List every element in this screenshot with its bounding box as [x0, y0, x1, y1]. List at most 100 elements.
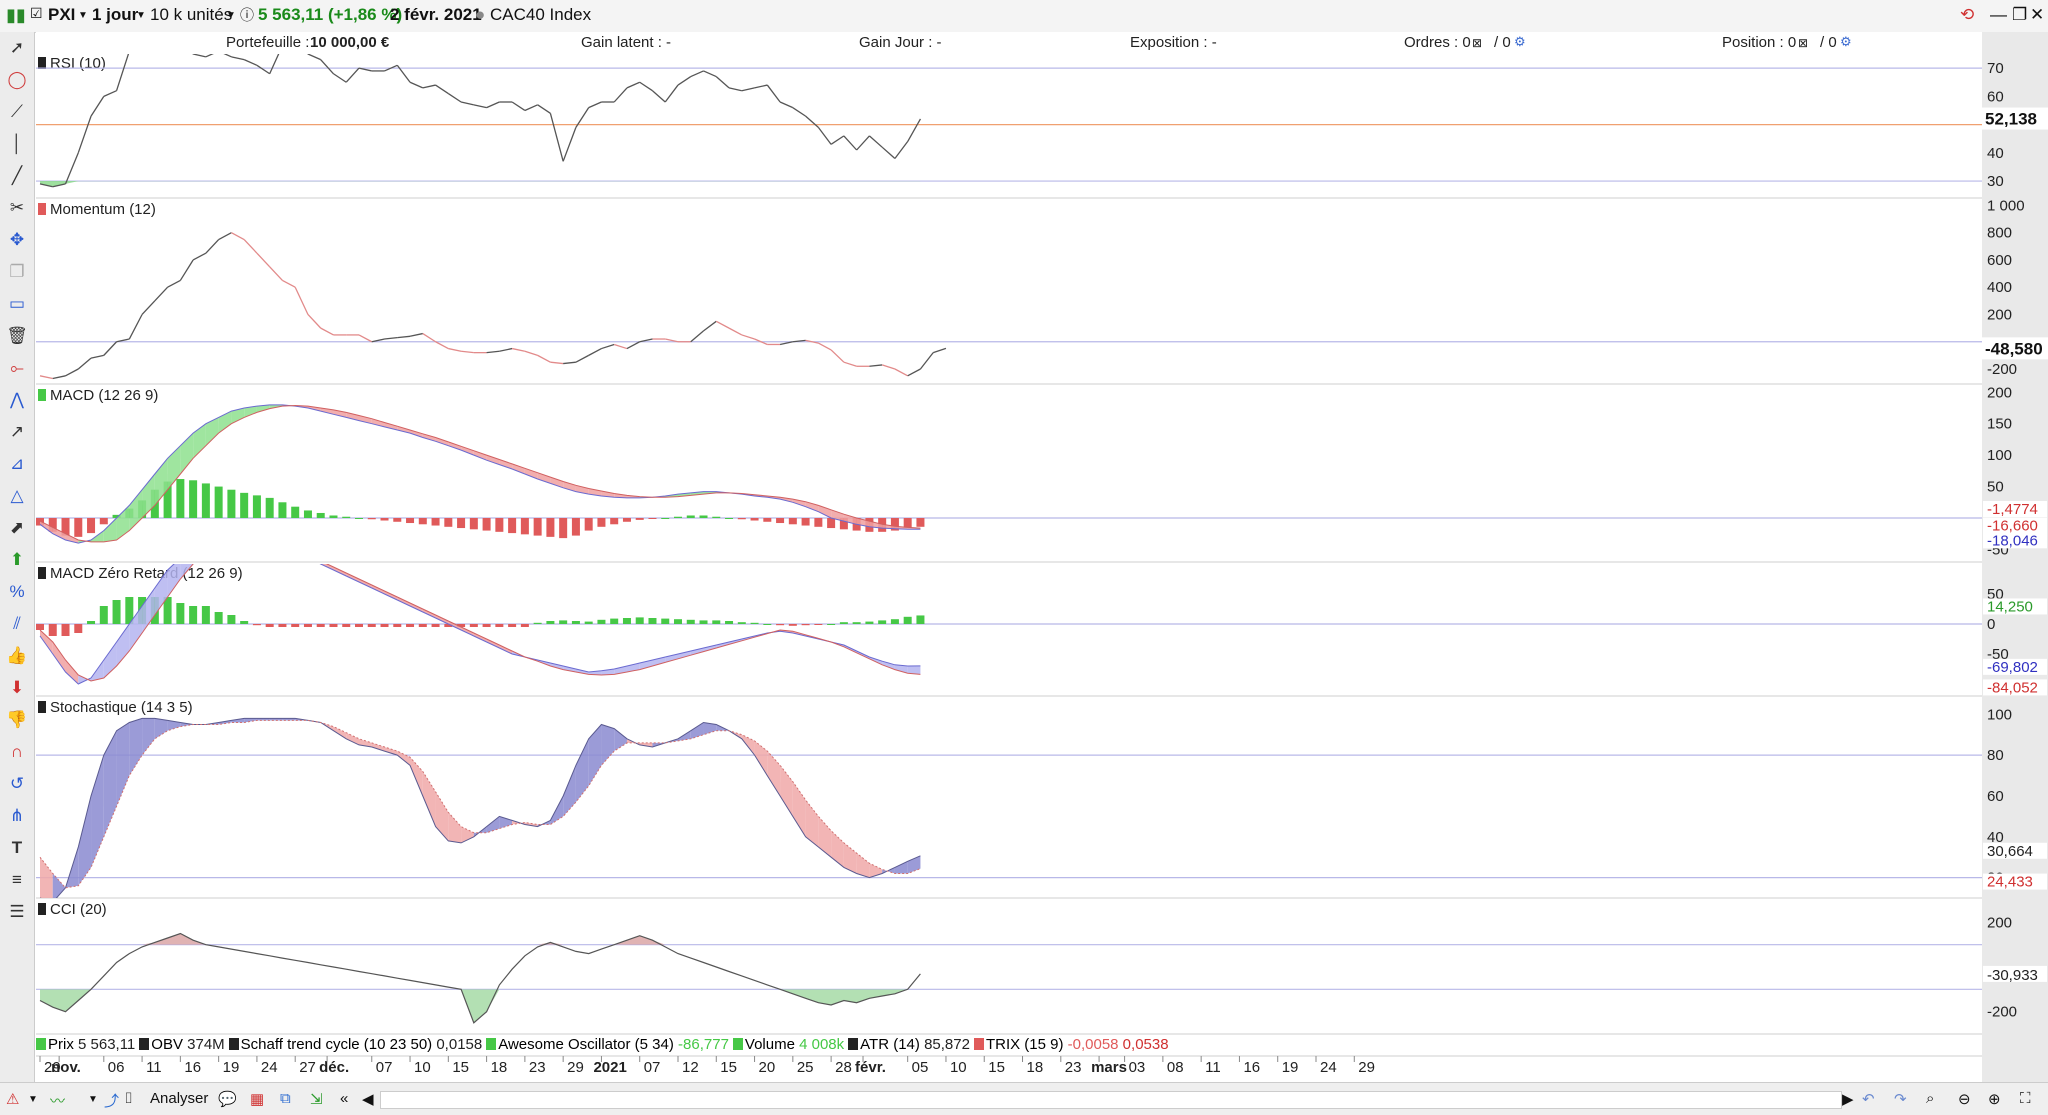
histogram-bar: [214, 486, 223, 518]
histogram-bar: [291, 506, 300, 518]
histogram-bar: [469, 518, 478, 530]
histogram-bar: [903, 616, 912, 624]
histogram-bar: [240, 621, 249, 624]
histogram-bar: [418, 624, 427, 627]
histogram-bar: [189, 606, 198, 624]
histogram-bar: [584, 621, 593, 624]
histogram-bar: [342, 624, 351, 627]
chart-background: [36, 54, 1982, 1082]
histogram-bar: [278, 624, 287, 627]
value-label: -69,802: [1987, 659, 2038, 676]
histogram-bar: [546, 621, 555, 624]
x-tick-label: 19: [1282, 1059, 1299, 1076]
y-tick-label: 800: [1987, 225, 2012, 242]
x-tick-label: 18: [1027, 1059, 1044, 1076]
histogram-bar: [508, 518, 517, 534]
current-value-label: -48,580: [1985, 339, 2043, 358]
histogram-bar: [776, 624, 785, 626]
x-tick-label: 10: [950, 1059, 967, 1076]
x-tick-label: 07: [644, 1059, 661, 1076]
histogram-bar: [393, 624, 402, 627]
series-segment: [142, 31, 155, 39]
x-tick-label: 06: [108, 1059, 125, 1076]
histogram-bar: [776, 518, 785, 524]
legend-value-2: 0,0538: [1118, 1036, 1169, 1053]
series-color-swatch: [38, 903, 46, 915]
legend-item: ATR (14) 85,872: [848, 1036, 970, 1053]
histogram-bar: [788, 518, 797, 525]
y-tick-label: 40: [1987, 145, 2004, 162]
histogram-bar: [393, 518, 402, 522]
analyser-button[interactable]: Analyser: [150, 1090, 208, 1107]
histogram-bar: [571, 621, 580, 624]
histogram-bar: [87, 621, 96, 624]
export-icon[interactable]: ⇲: [310, 1090, 323, 1108]
histogram-bar: [699, 515, 708, 518]
legend-item: Volume 4 008k: [732, 1036, 844, 1053]
histogram-bar: [674, 516, 682, 518]
alert-icon[interactable]: ⚠: [6, 1090, 19, 1108]
series-segment: [192, 54, 194, 55]
calendar-icon[interactable]: ▦: [250, 1090, 264, 1108]
panel-title: CCI (20): [50, 901, 107, 918]
zoom-in-icon[interactable]: ⊕: [1988, 1090, 2001, 1108]
series-segment: [155, 31, 168, 34]
histogram-bar: [763, 624, 772, 625]
fullscreen-icon[interactable]: ⛶: [2020, 1090, 2031, 1107]
x-tick-label: 23: [1065, 1059, 1082, 1076]
collapse-icon[interactable]: «: [340, 1090, 348, 1107]
chat-icon[interactable]: 💬: [218, 1090, 237, 1108]
chevron-down-icon[interactable]: ▼: [28, 1094, 38, 1105]
histogram-bar: [227, 489, 236, 518]
y-tick-label: -200: [1987, 361, 2017, 378]
bottom-toolbar: ⚠ ▼ 〰 ▼ ⤴ ⌷ Analyser 💬 ▦ ⧉ ⇲ « ◀ ▶ ↶ ↷ ⌕…: [0, 1082, 2048, 1115]
undo-icon[interactable]: ↶: [1862, 1090, 1875, 1108]
value-label: 30,664: [1987, 843, 2033, 860]
share-icon[interactable]: ⤴: [104, 1090, 119, 1111]
histogram-bar: [865, 621, 874, 624]
y-tick-label: 70: [1987, 60, 2004, 77]
scroll-left-icon[interactable]: ◀: [362, 1090, 374, 1108]
panel-title: MACD Zéro Retard (12 26 9): [50, 565, 243, 582]
y-tick-label: 60: [1987, 88, 2004, 105]
histogram-bar: [763, 518, 772, 522]
x-tick-label: 07: [376, 1059, 393, 1076]
x-tick-label: 10: [414, 1059, 431, 1076]
histogram-bar: [431, 624, 440, 627]
x-tick-label: 15: [720, 1059, 737, 1076]
histogram-bar: [189, 480, 198, 518]
y-tick-label: 400: [1987, 279, 2012, 296]
y-tick-label: 0: [1987, 616, 1995, 633]
histogram-bar: [316, 512, 325, 518]
histogram-bar: [571, 518, 580, 536]
zoom-out-icon[interactable]: ⊖: [1958, 1090, 1971, 1108]
legend-item: OBV 374M: [139, 1036, 225, 1053]
histogram-bar: [469, 624, 478, 627]
x-tick-label: 25: [797, 1059, 814, 1076]
window-icon[interactable]: ⧉: [280, 1090, 291, 1107]
redo-icon[interactable]: ↷: [1894, 1090, 1907, 1108]
bracket-icon[interactable]: ⌷: [124, 1090, 133, 1107]
horizontal-scrollbar[interactable]: [380, 1091, 1842, 1109]
x-tick-label: 18: [491, 1059, 508, 1076]
histogram-bar: [622, 518, 631, 522]
series-segment: [168, 34, 181, 42]
histogram-bar: [444, 518, 453, 527]
histogram-bar: [201, 483, 210, 518]
indicator-chart: RSI (10) 70 60 40 30 52,138 Momentum (12) 1 000…: [36, 31, 2048, 1082]
histogram-bar: [74, 624, 83, 633]
legend-name: OBV: [151, 1036, 188, 1053]
chevron-down-icon[interactable]: ▼: [88, 1094, 98, 1105]
x-tick-label: mars: [1091, 1059, 1127, 1076]
histogram-bar: [814, 518, 823, 527]
series-segment: [306, 54, 308, 55]
y-tick-label: 60: [1987, 788, 2004, 805]
histogram-bar: [329, 624, 338, 627]
x-tick-label: 29: [567, 1059, 584, 1076]
histogram-bar: [635, 617, 644, 624]
scroll-right-icon[interactable]: ▶: [1842, 1090, 1854, 1108]
histogram-bar: [431, 518, 440, 526]
x-tick-label: 11: [1205, 1059, 1221, 1076]
zoom-fit-icon[interactable]: ⌕: [1926, 1090, 1934, 1107]
chart-line-icon[interactable]: 〰: [50, 1090, 65, 1111]
